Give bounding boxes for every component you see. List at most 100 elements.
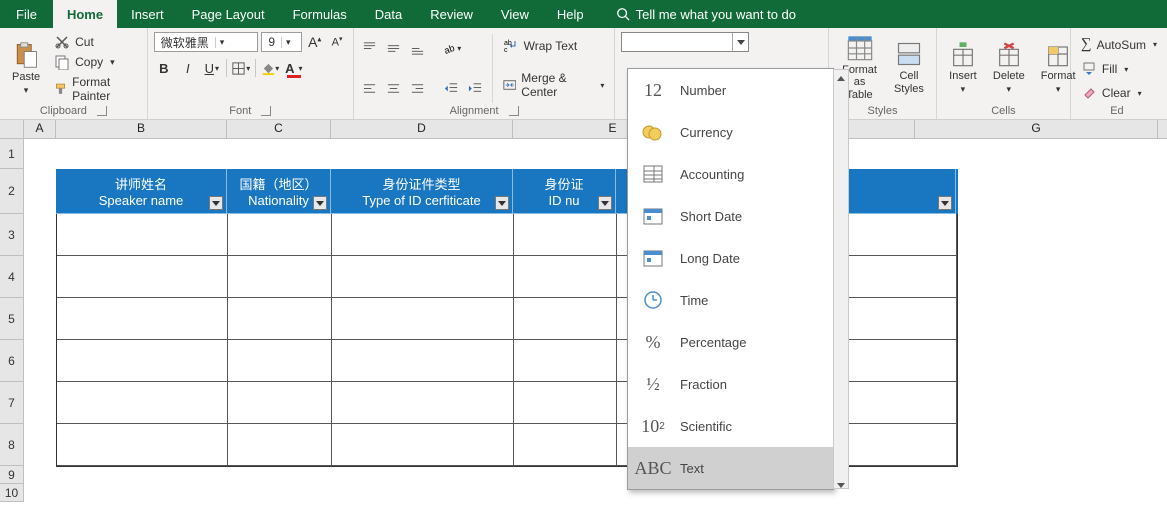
table-header-cell[interactable]: 身份证ID nu bbox=[513, 169, 616, 214]
font-family-combo[interactable]: 微软雅黑▾ bbox=[154, 32, 259, 52]
number-format-option[interactable]: Accounting bbox=[628, 153, 833, 195]
number-format-option[interactable]: Long Date bbox=[628, 237, 833, 279]
fill-button[interactable]: Fill▾ bbox=[1077, 60, 1161, 78]
row-header[interactable]: 4 bbox=[0, 256, 24, 298]
filter-button[interactable] bbox=[313, 196, 327, 210]
underline-button[interactable]: U▾ bbox=[202, 58, 222, 78]
increase-font-button[interactable]: A▴ bbox=[305, 32, 324, 52]
table-cell[interactable] bbox=[57, 256, 228, 298]
chevron-down-icon[interactable] bbox=[732, 33, 748, 51]
number-format-option[interactable]: Currency bbox=[628, 111, 833, 153]
table-cell[interactable] bbox=[514, 214, 617, 256]
table-cell[interactable] bbox=[514, 256, 617, 298]
tab-file[interactable]: File bbox=[0, 0, 53, 28]
increase-indent-button[interactable] bbox=[466, 78, 486, 98]
row-header[interactable]: 8 bbox=[0, 424, 24, 466]
decrease-indent-button[interactable] bbox=[442, 78, 462, 98]
table-cell[interactable] bbox=[332, 298, 514, 340]
format-painter-button[interactable]: Format Painter bbox=[50, 74, 141, 104]
row-header[interactable]: 5 bbox=[0, 298, 24, 340]
scrollbar[interactable] bbox=[833, 69, 849, 489]
row-header[interactable]: 3 bbox=[0, 214, 24, 256]
font-size-combo[interactable]: 9▾ bbox=[261, 32, 302, 52]
row-header[interactable]: 2 bbox=[0, 169, 24, 214]
number-format-option[interactable]: ½Fraction bbox=[628, 363, 833, 405]
select-all-triangle[interactable] bbox=[0, 120, 24, 138]
table-cell[interactable] bbox=[514, 340, 617, 382]
tab-page-layout[interactable]: Page Layout bbox=[178, 0, 279, 28]
insert-cells-button[interactable]: Insert▾ bbox=[943, 30, 983, 105]
tab-home[interactable]: Home bbox=[53, 0, 117, 28]
filter-button[interactable] bbox=[209, 196, 223, 210]
cut-button[interactable]: Cut bbox=[50, 33, 141, 51]
row-header[interactable]: 1 bbox=[0, 139, 24, 169]
wrap-text-button[interactable]: abcWrap Text bbox=[499, 37, 609, 55]
paste-button[interactable]: Paste ▾ bbox=[6, 32, 46, 105]
table-cell[interactable] bbox=[57, 214, 228, 256]
delete-cells-button[interactable]: Delete▾ bbox=[987, 30, 1031, 105]
number-format-option[interactable]: ABCText bbox=[628, 447, 833, 489]
row-header[interactable]: 9 bbox=[0, 466, 24, 484]
scroll-down-icon[interactable] bbox=[834, 472, 848, 488]
number-format-option[interactable]: %Percentage bbox=[628, 321, 833, 363]
table-cell[interactable] bbox=[332, 256, 514, 298]
font-color-button[interactable]: A▾ bbox=[284, 58, 304, 78]
decrease-font-button[interactable]: A▾ bbox=[327, 32, 346, 52]
table-cell[interactable] bbox=[228, 214, 332, 256]
tab-data[interactable]: Data bbox=[361, 0, 416, 28]
filter-button[interactable] bbox=[938, 196, 952, 210]
column-header[interactable]: B bbox=[56, 120, 227, 138]
alignment-launcher-icon[interactable] bbox=[509, 106, 519, 116]
align-bottom-button[interactable] bbox=[408, 39, 428, 59]
align-center-button[interactable] bbox=[384, 78, 404, 98]
table-cell[interactable] bbox=[57, 298, 228, 340]
bold-button[interactable]: B bbox=[154, 58, 174, 78]
autosum-button[interactable]: ∑AutoSum▾ bbox=[1077, 35, 1161, 54]
clear-button[interactable]: Clear▾ bbox=[1077, 84, 1161, 102]
table-cell[interactable] bbox=[228, 298, 332, 340]
table-cell[interactable] bbox=[332, 340, 514, 382]
table-header-cell[interactable]: 国籍（地区）Nationality bbox=[227, 169, 331, 214]
table-cell[interactable] bbox=[228, 340, 332, 382]
filter-button[interactable] bbox=[598, 196, 612, 210]
align-top-button[interactable] bbox=[360, 39, 380, 59]
orientation-button[interactable]: ab▾ bbox=[442, 39, 462, 59]
clipboard-launcher-icon[interactable] bbox=[97, 106, 107, 116]
column-header[interactable]: G bbox=[915, 120, 1158, 138]
table-header-cell[interactable]: 身份证件类型Type of ID cerfiticate bbox=[331, 169, 513, 214]
table-cell[interactable] bbox=[228, 382, 332, 424]
table-cell[interactable] bbox=[332, 382, 514, 424]
table-cell[interactable] bbox=[332, 424, 514, 466]
align-left-button[interactable] bbox=[360, 78, 380, 98]
table-cell[interactable] bbox=[514, 382, 617, 424]
number-format-option[interactable]: 102Scientific bbox=[628, 405, 833, 447]
align-middle-button[interactable] bbox=[384, 39, 404, 59]
align-right-button[interactable] bbox=[408, 78, 428, 98]
tell-me-search[interactable]: Tell me what you want to do bbox=[602, 0, 810, 28]
table-cell[interactable] bbox=[228, 256, 332, 298]
cell-styles-button[interactable]: Cell Styles bbox=[888, 30, 930, 105]
column-header[interactable]: A bbox=[24, 120, 56, 138]
number-format-option[interactable]: 12Number bbox=[628, 69, 833, 111]
tab-formulas[interactable]: Formulas bbox=[279, 0, 361, 28]
number-format-combo[interactable] bbox=[621, 32, 749, 52]
table-cell[interactable] bbox=[57, 382, 228, 424]
table-cell[interactable] bbox=[514, 298, 617, 340]
table-cell[interactable] bbox=[332, 214, 514, 256]
row-header[interactable]: 7 bbox=[0, 382, 24, 424]
table-header-cell[interactable]: 讲师姓名Speaker name bbox=[56, 169, 227, 214]
row-header[interactable]: 6 bbox=[0, 340, 24, 382]
tab-help[interactable]: Help bbox=[543, 0, 598, 28]
copy-button[interactable]: Copy▾ bbox=[50, 53, 141, 71]
table-cell[interactable] bbox=[57, 424, 228, 466]
column-header[interactable]: C bbox=[227, 120, 331, 138]
tab-view[interactable]: View bbox=[487, 0, 543, 28]
borders-button[interactable]: ▾ bbox=[231, 58, 251, 78]
number-format-option[interactable]: Short Date bbox=[628, 195, 833, 237]
fill-color-button[interactable]: ▾ bbox=[260, 58, 280, 78]
scroll-up-icon[interactable] bbox=[834, 70, 848, 86]
row-header[interactable]: 10 bbox=[0, 484, 24, 502]
italic-button[interactable]: I bbox=[178, 58, 198, 78]
merge-center-button[interactable]: Merge & Center▾ bbox=[499, 70, 609, 100]
column-header[interactable]: D bbox=[331, 120, 513, 138]
